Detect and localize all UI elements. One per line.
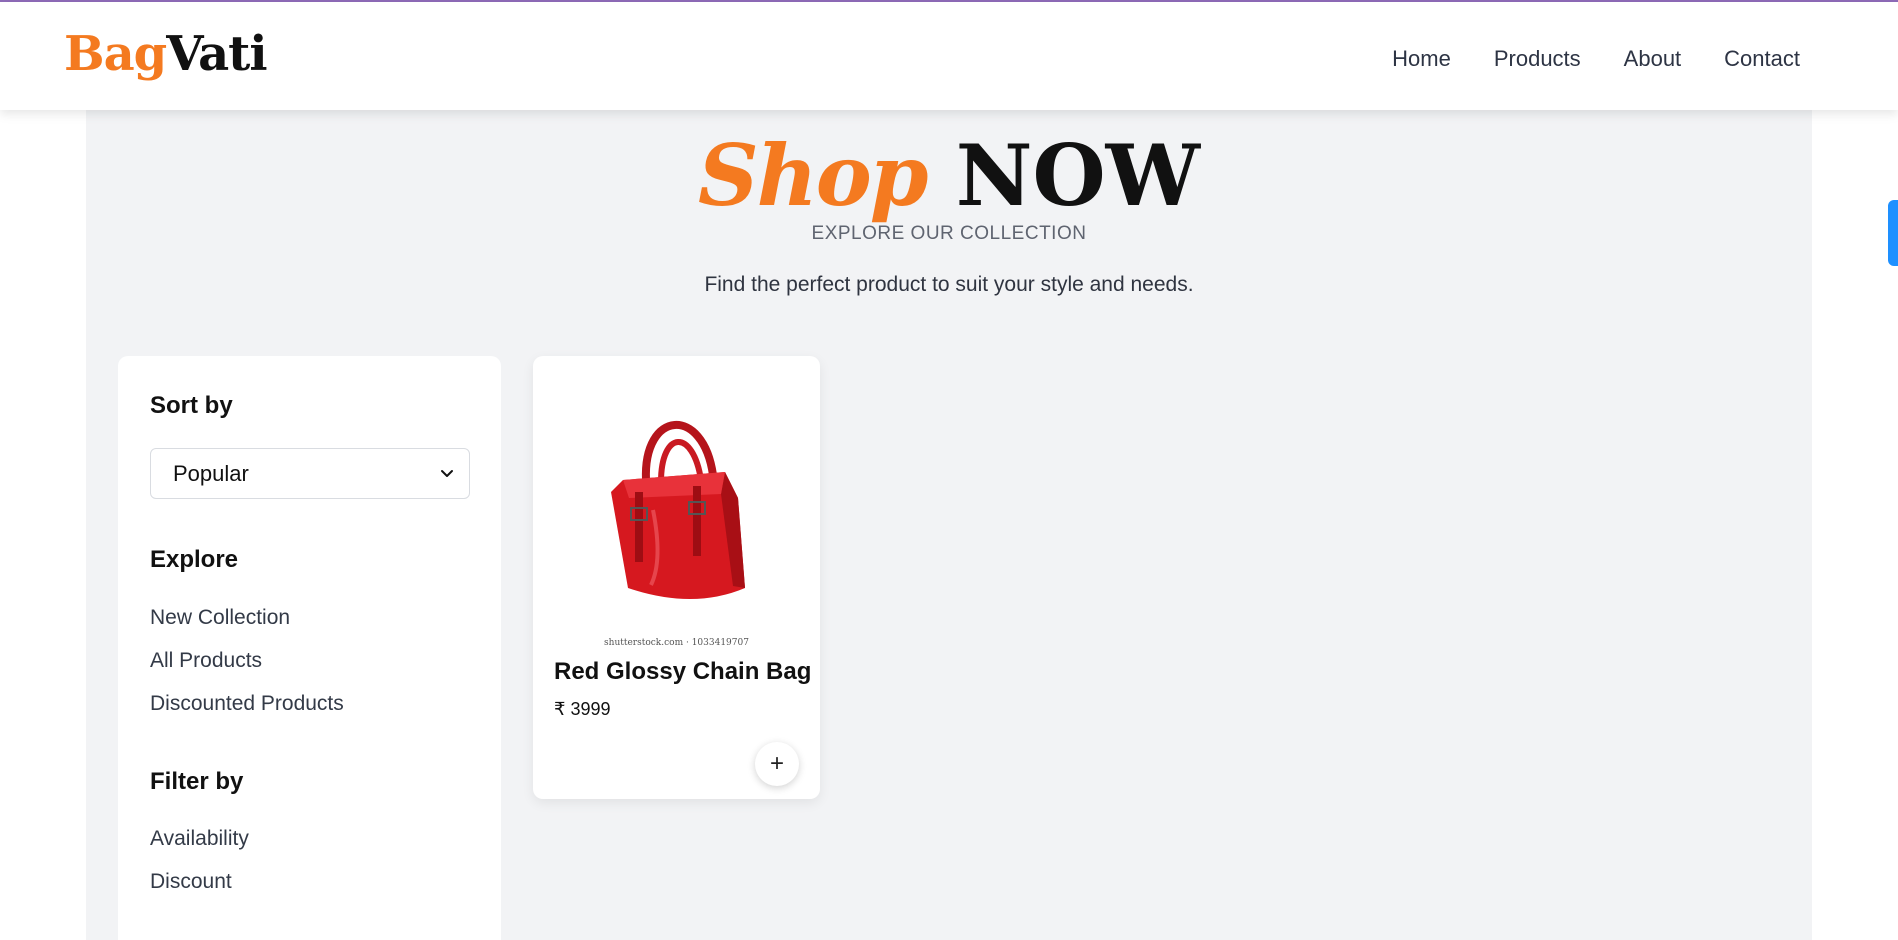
- hero-subtitle: EXPLORE OUR COLLECTION: [811, 223, 1087, 244]
- navbar: BagVati Home Products About Contact: [0, 2, 1898, 110]
- explore-all-products[interactable]: All Products: [150, 649, 262, 673]
- product-name[interactable]: Red Glossy Chain Bag: [554, 658, 811, 686]
- filter-discount[interactable]: Discount: [150, 870, 232, 894]
- brand-logo[interactable]: BagVati: [64, 26, 268, 82]
- nav-contact[interactable]: Contact: [1724, 46, 1800, 72]
- brand-part-2: Vati: [166, 26, 267, 82]
- explore-discounted-products[interactable]: Discounted Products: [150, 692, 344, 716]
- brand-part-1: Bag: [64, 26, 167, 82]
- product-card[interactable]: shutterstock.com · 1033419707 Red Glossy…: [533, 356, 820, 799]
- product-price: ₹ 3999: [554, 699, 611, 719]
- nav-home[interactable]: Home: [1392, 46, 1451, 72]
- sort-selected-value: Popular: [173, 460, 249, 486]
- hero-description: Find the perfect product to suit your st…: [704, 273, 1194, 296]
- nav-about[interactable]: About: [1624, 46, 1682, 72]
- nav-links: Home Products About Contact: [1392, 46, 1800, 72]
- filter-heading: Filter by: [150, 768, 244, 795]
- add-to-cart-button[interactable]: +: [755, 742, 799, 786]
- sort-heading: Sort by: [150, 392, 233, 419]
- hero-title-now: NOW: [955, 126, 1201, 225]
- product-image: [543, 370, 810, 650]
- scrollbar-handle[interactable]: [1888, 200, 1898, 266]
- hero-title-shop: Shop: [697, 126, 928, 225]
- explore-new-collection[interactable]: New Collection: [150, 606, 290, 630]
- main-content: Shop NOW EXPLORE OUR COLLECTION Find the…: [86, 110, 1812, 940]
- sort-select[interactable]: Popular: [150, 448, 470, 499]
- image-watermark: shutterstock.com · 1033419707: [604, 638, 749, 648]
- chevron-down-icon: [441, 470, 453, 477]
- nav-products[interactable]: Products: [1494, 46, 1581, 72]
- hero-title: Shop NOW: [86, 126, 1812, 227]
- explore-heading: Explore: [150, 546, 239, 573]
- filter-availability[interactable]: Availability: [150, 827, 249, 851]
- filter-sidebar: Sort by Popular Explore New Collection A…: [118, 356, 501, 940]
